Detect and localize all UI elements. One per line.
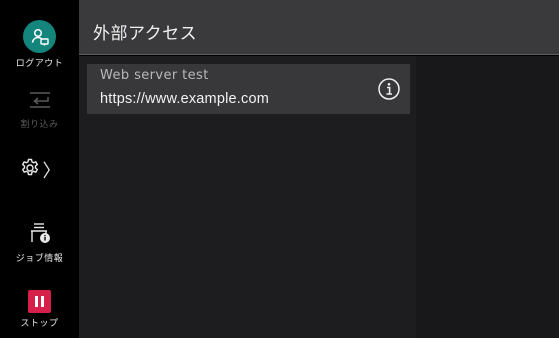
detail-pane [416, 56, 559, 338]
list-item[interactable]: Web server test https://www.example.com [87, 64, 410, 114]
job-info-button[interactable]: ジョブ情報 [0, 222, 79, 264]
stop-label: ストップ [20, 319, 59, 329]
gear-icon [19, 157, 41, 183]
chevron-right-icon: 〉 [42, 161, 61, 182]
job-info-label: ジョブ情報 [15, 254, 64, 264]
stop-button[interactable]: ストップ [0, 290, 79, 329]
logout-button[interactable]: ログアウト [0, 20, 79, 69]
external-access-list: Web server test https://www.example.com [79, 56, 416, 338]
entry-url: https://www.example.com [100, 91, 269, 107]
interrupt-icon [26, 90, 54, 114]
job-info-icon [28, 222, 52, 248]
entry-name: Web server test [100, 68, 209, 83]
user-logout-icon [23, 20, 56, 53]
pause-icon [28, 290, 51, 313]
page-header: 外部アクセス [79, 0, 559, 55]
nav-rail: ログアウト 割り込み 〉 ジョブ情報 ストップ [0, 0, 79, 338]
interrupt-button[interactable]: 割り込み [0, 90, 79, 130]
logout-label: ログアウト [15, 59, 64, 69]
page-title: 外部アクセス [93, 24, 198, 44]
interrupt-label: 割り込み [20, 120, 59, 130]
settings-button[interactable]: 〉 [0, 150, 79, 190]
info-circle-icon[interactable] [377, 77, 401, 101]
